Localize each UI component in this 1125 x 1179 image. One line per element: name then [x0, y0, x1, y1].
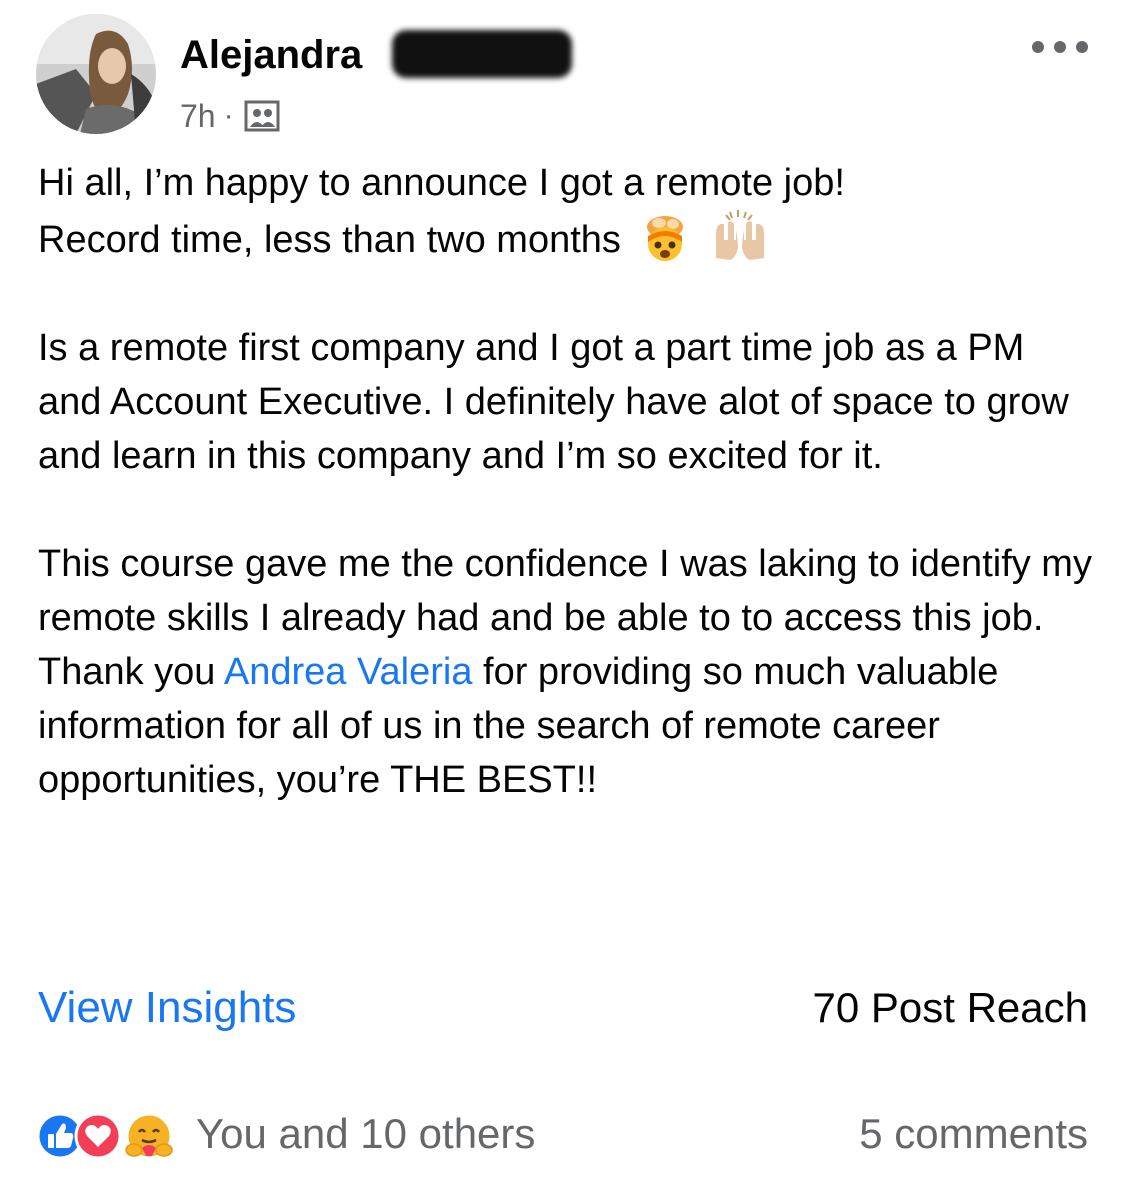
group-icon [244, 100, 280, 132]
comments-count[interactable]: 5 comments [859, 1106, 1088, 1162]
love-icon [74, 1112, 122, 1160]
post-reach: 70 Post Reach [812, 984, 1088, 1031]
name-redaction [392, 30, 572, 78]
mention-link[interactable]: Andrea Valeria [224, 651, 473, 693]
reaction-icons[interactable] [36, 1112, 186, 1160]
view-insights-link[interactable]: View Insights [38, 980, 296, 1036]
care-icon [125, 1112, 173, 1160]
post-time[interactable]: 7h [180, 98, 216, 135]
reactions-row: You and 10 others 5 comments [36, 1106, 1088, 1162]
post-meta: 7h · [180, 96, 280, 136]
more-dot [1076, 41, 1088, 53]
post-paragraph: Is a remote first company and I got a pa… [38, 327, 1069, 477]
raising-hands-emoji [716, 210, 765, 260]
author-name[interactable]: Alejandra [180, 30, 362, 80]
exploding-head-emoji [647, 216, 684, 261]
post-paragraph-with-mention: This course gave me the confidence I was… [38, 537, 1098, 807]
post-text: Hi all, I’m happy to announce I got a re… [38, 156, 1098, 807]
post-line: Record time, less than two months [38, 219, 621, 261]
more-dot [1054, 41, 1066, 53]
post-header: Alejandra 7h · [0, 0, 1125, 150]
meta-separator: · [223, 99, 234, 132]
more-options-button[interactable] [1032, 30, 1088, 64]
post-line-with-emojis: Record time, less than two months [38, 210, 1098, 267]
insights-row: View Insights 70 Post Reach [38, 980, 1088, 1036]
reaction-summary[interactable]: You and 10 others [196, 1106, 535, 1162]
post-line: Hi all, I’m happy to announce I got a re… [38, 162, 845, 204]
author-avatar[interactable] [36, 14, 156, 134]
more-horizontal-icon [1032, 41, 1044, 53]
avatar-photo [36, 14, 156, 134]
